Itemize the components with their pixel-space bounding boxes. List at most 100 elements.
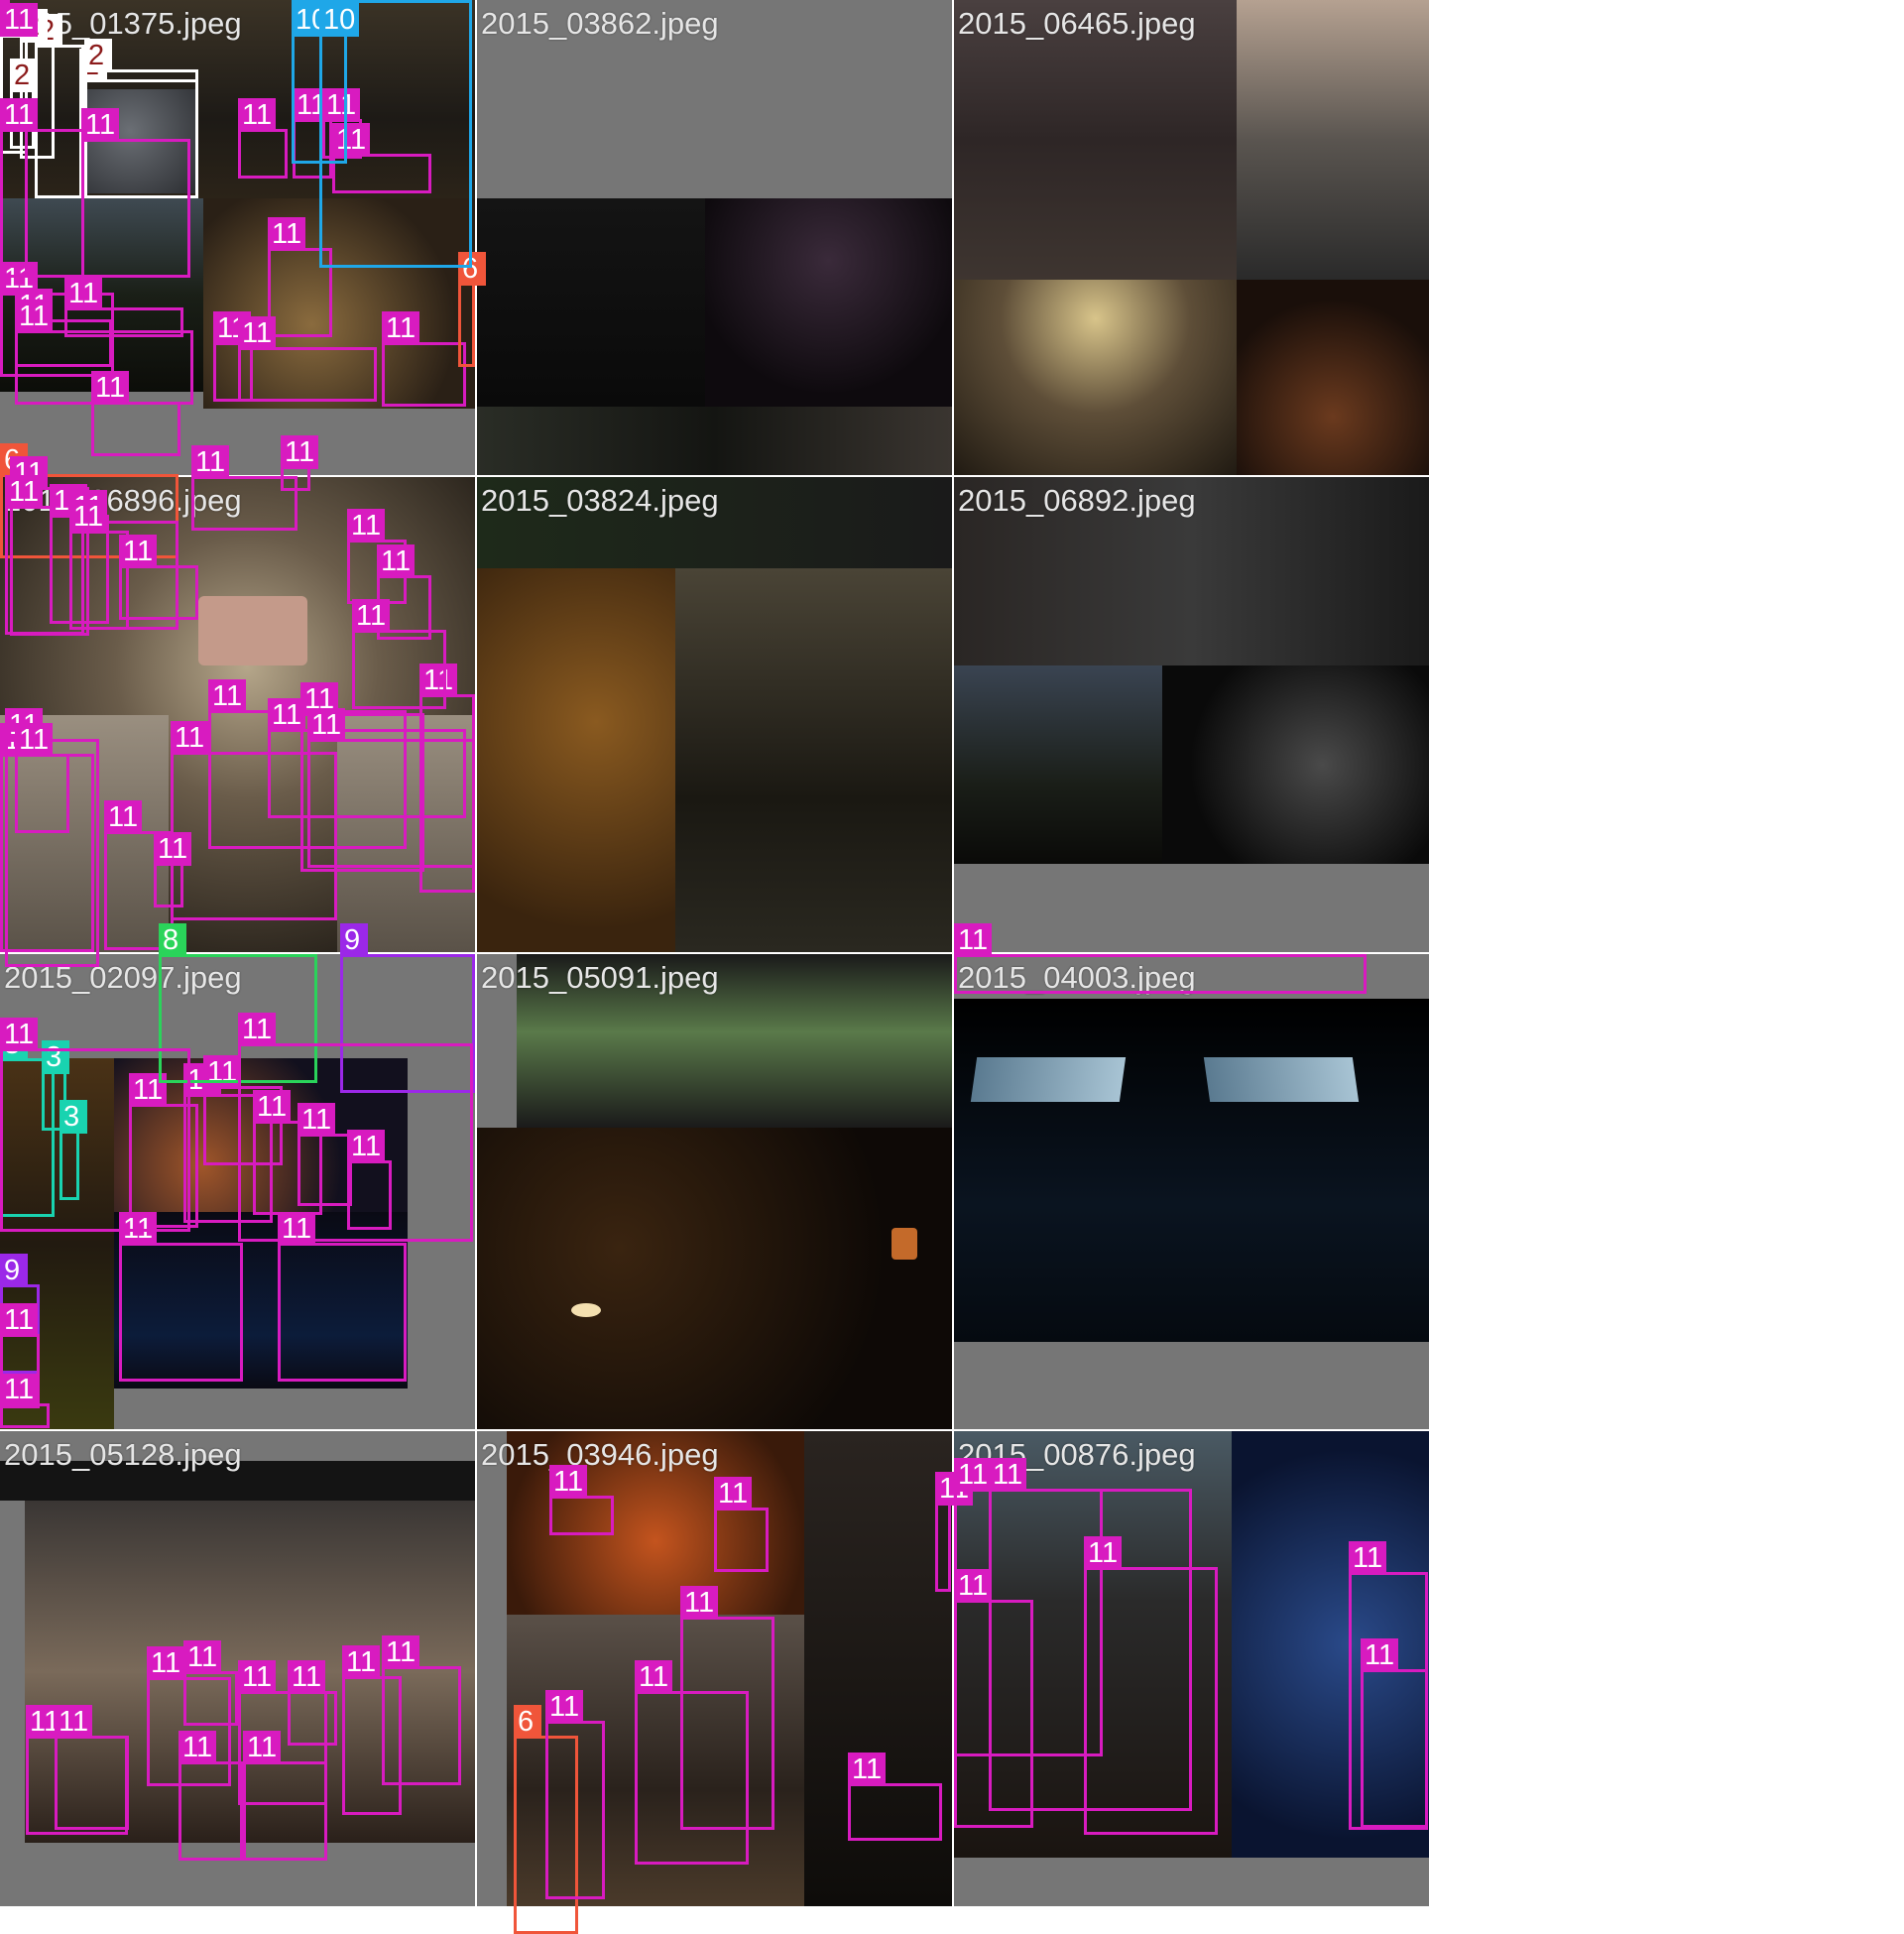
detection-class-label: 11 <box>352 599 391 633</box>
detection-class-label: 10 <box>319 3 360 37</box>
detection-class-label: 11 <box>238 316 277 350</box>
detection-class-label: 6 <box>514 1705 541 1739</box>
detection-box-class-11: 11 <box>0 98 84 278</box>
detection-box-class-11: 11 <box>1361 1638 1428 1828</box>
detection-class-label: 11 <box>238 98 277 132</box>
detection-class-label: 11 <box>377 544 416 578</box>
image-tile: 2015_06465.jpeg <box>954 0 1429 475</box>
detection-class-label: 11 <box>0 1018 39 1051</box>
detection-class-label: 11 <box>81 108 120 142</box>
scene-dark-kitchen <box>1162 665 1429 864</box>
tile-filename: 2015_03824.jpeg <box>481 483 719 518</box>
detection-box-class-11: 11 <box>382 311 466 407</box>
detection-class-label: 11 <box>1084 1536 1123 1570</box>
detection-box-class-11: 11 <box>243 1731 327 1861</box>
detection-class-label: 11 <box>954 1569 993 1603</box>
detection-class-label: 11 <box>15 723 54 757</box>
detection-box-class-11: 11 <box>307 708 475 868</box>
detection-box-class-11: 11 <box>178 1731 243 1861</box>
detection-box-class-11: 11 <box>935 1472 974 1592</box>
tile-filename: 2015_03862.jpeg <box>481 6 719 41</box>
image-tile: 2015_06892.jpeg <box>954 477 1429 952</box>
detection-class-label: 8 <box>159 923 186 957</box>
detection-box-class-11: 11 <box>238 98 288 179</box>
detection-box-class-11: 11 <box>119 1212 243 1382</box>
tile-filename: 2015_05128.jpeg <box>4 1437 242 1472</box>
detection-class-label: 11 <box>848 1753 887 1786</box>
scene-night-tree <box>954 665 1162 864</box>
detection-class-label: 11 <box>55 1705 93 1739</box>
scene-night-sky <box>705 198 952 407</box>
detection-class-label: 11 <box>154 832 192 866</box>
scene-night-picnic <box>1237 280 1429 475</box>
table-top-right <box>1203 1057 1360 1102</box>
detection-class-label: 11 <box>268 217 306 251</box>
detection-box-class-11: 11 <box>545 1690 605 1899</box>
detection-class-label: 11 <box>714 1477 753 1511</box>
detection-class-label: 11 <box>989 1458 1027 1492</box>
detection-class-label: 2 <box>84 39 112 72</box>
detection-class-label: 11 <box>183 1640 222 1674</box>
detection-box-class-6: 6 <box>458 252 486 367</box>
table-top-left <box>970 1057 1127 1102</box>
detection-class-label: 11 <box>0 3 39 37</box>
detection-box-class-11: 11 <box>81 108 190 278</box>
detection-class-label: 11 <box>307 708 346 742</box>
detection-box-class-11: 11 <box>119 535 198 620</box>
detection-box-class-11: 11 <box>278 1212 407 1382</box>
detection-class-label: 11 <box>191 445 230 479</box>
detection-box-class-11: 11 <box>238 316 377 402</box>
detection-class-label: 11 <box>347 509 386 543</box>
detection-mosaic: 2015_01375.jpeg 2015_03862.jpeg 2015_064… <box>0 0 1429 1934</box>
detection-box-class-11: 11 <box>549 1465 614 1535</box>
detection-box-class-11: 11 <box>91 371 180 456</box>
detection-class-label: 9 <box>0 1254 28 1287</box>
detection-class-label: 2 <box>10 59 38 92</box>
lamp-glow <box>198 596 307 665</box>
detection-box-class-10: 10 <box>319 0 472 268</box>
detection-box-class-11: 11 <box>954 1569 1033 1828</box>
tile-filename: 2015_06892.jpeg <box>958 483 1196 518</box>
detection-box-class-11: 11 <box>281 435 319 491</box>
detection-box-class-11: 11 <box>714 1477 769 1572</box>
detection-class-label: 11 <box>680 1586 719 1620</box>
scene-sleeping-people <box>675 568 952 952</box>
detection-box-class-11: 11 <box>154 832 192 907</box>
detection-box-class-11: 11 <box>183 1640 238 1726</box>
scene-blue-tables-large <box>954 999 1429 1342</box>
detection-class-label: 11 <box>0 98 39 132</box>
detection-box-class-11: 11 <box>382 1635 461 1785</box>
detection-class-label: 11 <box>147 1646 185 1680</box>
detection-box-class-11: 11 <box>1084 1536 1218 1835</box>
scene-house <box>477 407 952 475</box>
detection-class-label: 11 <box>208 679 247 713</box>
scene-lamp-wall <box>954 280 1237 475</box>
detection-box-class-11: 11 <box>0 1018 190 1232</box>
detection-class-label: 11 <box>954 1458 993 1492</box>
scene-cafe-interior <box>954 0 1237 280</box>
detection-box-class-11: 11 <box>848 1753 942 1841</box>
detection-box-class-11: 11 <box>680 1586 774 1830</box>
detection-class-label: 11 <box>954 923 993 957</box>
detection-class-label: 11 <box>119 535 158 568</box>
image-tile: 2015_04003.jpeg <box>954 954 1429 1429</box>
detection-class-label: 11 <box>1349 1541 1387 1575</box>
detection-box-class-11: 11 <box>15 723 69 833</box>
tile-filename: 2015_03946.jpeg <box>481 1437 719 1472</box>
detection-class-label: 11 <box>64 277 103 310</box>
detection-class-label: 11 <box>281 435 319 469</box>
detection-class-label: 11 <box>635 1660 673 1694</box>
detection-class-label: 11 <box>545 1690 584 1724</box>
tile-filename: 2015_05091.jpeg <box>481 960 719 995</box>
image-tile: 2015_03862.jpeg <box>477 0 952 475</box>
detection-class-label: 11 <box>5 475 44 509</box>
detection-class-label: 11 <box>342 1645 381 1679</box>
detection-class-label: 11 <box>382 311 420 345</box>
detection-box-class-11: 11 <box>55 1705 129 1830</box>
detection-box-class-11: 11 <box>0 1303 40 1408</box>
detection-class-label: 9 <box>340 923 368 957</box>
detection-box-class-11: 11 <box>238 1013 473 1242</box>
detection-class-label: 11 <box>238 1013 277 1046</box>
detection-box-class-11: 11 <box>352 599 446 709</box>
scene-dark-cellar <box>477 1128 952 1429</box>
